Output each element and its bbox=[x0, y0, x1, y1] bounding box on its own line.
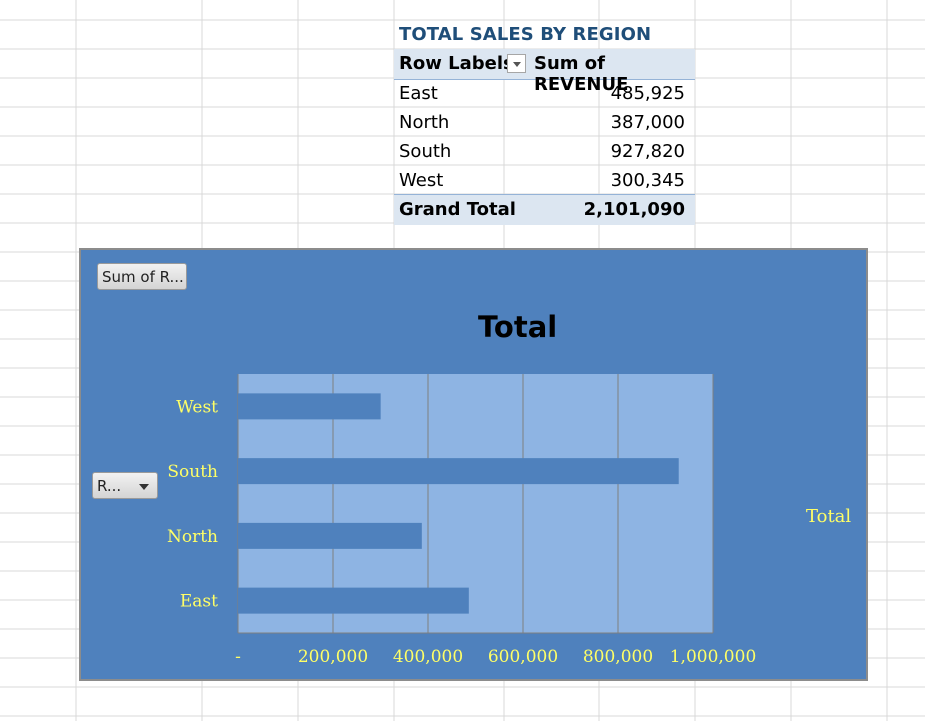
pivot-grand-total-value: 2,101,090 bbox=[583, 199, 685, 220]
pivot-row-label: West bbox=[399, 170, 444, 191]
y-tick-label: East bbox=[180, 592, 218, 612]
x-tick-label: - bbox=[235, 647, 241, 667]
pivot-row-value: 927,820 bbox=[610, 141, 685, 162]
pivot-title: TOTAL SALES BY REGION bbox=[399, 24, 652, 45]
bar bbox=[238, 522, 422, 549]
pivot-grand-total-row[interactable]: Grand Total 2,101,090 bbox=[394, 194, 695, 225]
y-tick-label: South bbox=[167, 462, 218, 482]
x-tick-label: 400,000 bbox=[393, 647, 463, 667]
pivot-row-west[interactable]: West 300,345 bbox=[394, 167, 695, 196]
pivot-row-label: East bbox=[399, 83, 438, 104]
pivot-row-value: 387,000 bbox=[610, 112, 685, 133]
pivot-row-value: 300,345 bbox=[610, 170, 685, 191]
pivot-row-north[interactable]: North 387,000 bbox=[394, 109, 695, 138]
pivot-chart[interactable]: East North South West - 200,000 400,000 600,000… bbox=[79, 248, 868, 681]
x-tick-label: 1,000,000 bbox=[670, 647, 757, 667]
value-field-button-label: Sum of R... bbox=[102, 268, 184, 286]
pivot-grand-total-label: Grand Total bbox=[399, 199, 516, 220]
pivot-row-east[interactable]: East 485,925 bbox=[394, 80, 695, 109]
chevron-down-icon bbox=[139, 484, 149, 490]
bar bbox=[238, 458, 679, 485]
y-tick-label: West bbox=[176, 397, 218, 417]
axis-field-button-label: R... bbox=[97, 477, 122, 495]
y-tick-label: North bbox=[167, 527, 218, 547]
bar bbox=[238, 393, 381, 420]
pivot-header-row: Row Labels Sum of REVENUE bbox=[394, 49, 695, 95]
legend-entry[interactable]: Total bbox=[806, 506, 851, 527]
pivot-row-value: 485,925 bbox=[610, 83, 685, 104]
chart-title: Total bbox=[478, 310, 558, 344]
bar bbox=[238, 587, 469, 614]
x-tick-label: 600,000 bbox=[488, 647, 558, 667]
x-tick-label: 200,000 bbox=[298, 647, 368, 667]
pivot-row-label: North bbox=[399, 112, 450, 133]
pivot-row-south[interactable]: South 927,820 bbox=[394, 138, 695, 167]
axis-field-button[interactable]: R... bbox=[92, 472, 158, 499]
chart-plot-svg: East North South West - 200,000 400,000 600,000… bbox=[167, 374, 757, 667]
x-tick-label: 800,000 bbox=[583, 647, 653, 667]
filter-dropdown-icon[interactable] bbox=[507, 54, 526, 73]
pivot-row-labels-header: Row Labels bbox=[399, 53, 514, 74]
pivot-row-label: South bbox=[399, 141, 452, 162]
value-field-button[interactable]: Sum of R... bbox=[97, 263, 187, 290]
